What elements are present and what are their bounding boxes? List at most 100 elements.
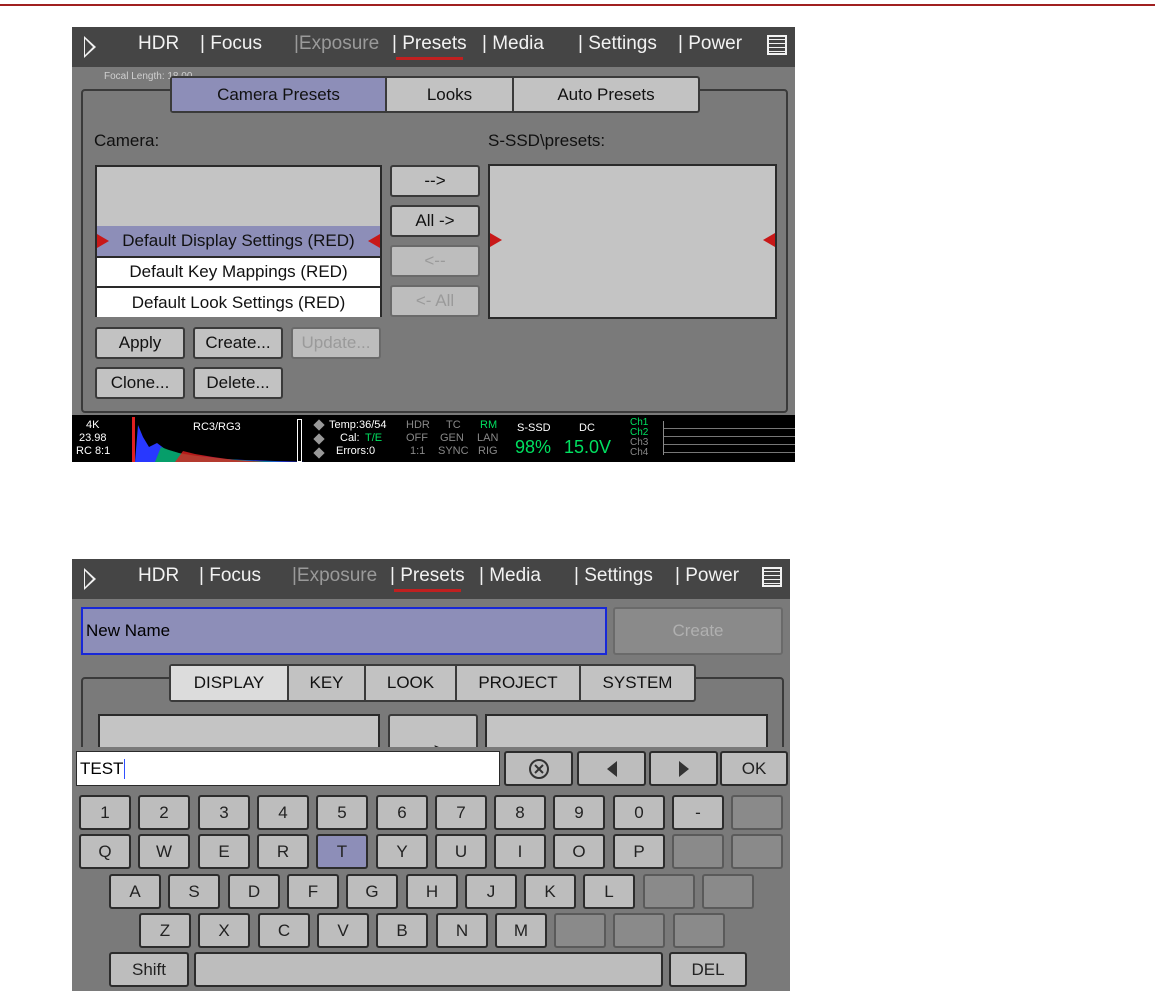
apply-button[interactable]: Apply <box>95 327 185 359</box>
play-icon[interactable] <box>84 568 96 590</box>
space-key[interactable] <box>194 952 663 987</box>
tab-camera-presets[interactable]: Camera Presets <box>172 78 387 111</box>
key-a[interactable]: A <box>109 874 161 909</box>
camera-preset-list[interactable]: Default Display Settings (RED) Default K… <box>95 165 382 317</box>
key-g[interactable]: G <box>346 874 398 909</box>
tc-label: TC <box>446 419 461 431</box>
menu-item-settings[interactable]: | Settings <box>574 565 653 587</box>
key-3[interactable]: 3 <box>198 795 250 830</box>
temp-indicator-icon <box>313 419 325 431</box>
key-t[interactable]: T <box>316 834 368 869</box>
cal-indicator-icon <box>313 433 325 445</box>
key-u[interactable]: U <box>435 834 487 869</box>
media-preset-list[interactable] <box>488 164 777 319</box>
triangle-right-icon <box>678 760 689 777</box>
cursor-left-icon[interactable] <box>577 751 646 786</box>
play-icon[interactable] <box>84 36 96 58</box>
menu-item-focus[interactable]: | Focus <box>200 33 262 55</box>
menu-item-presets[interactable]: | Presets <box>390 565 465 592</box>
key-n[interactable]: N <box>436 913 488 948</box>
menu-item-hdr[interactable]: HDR <box>138 565 179 587</box>
key-7[interactable]: 7 <box>435 795 487 830</box>
tab-looks[interactable]: Looks <box>387 78 514 111</box>
key-1[interactable]: 1 <box>79 795 131 830</box>
menu-list-icon[interactable] <box>767 35 787 55</box>
list-item[interactable]: Default Key Mappings (RED) <box>97 256 380 286</box>
key-k[interactable]: K <box>524 874 576 909</box>
key-s[interactable]: S <box>168 874 220 909</box>
key-5[interactable]: 5 <box>316 795 368 830</box>
key-f[interactable]: F <box>287 874 339 909</box>
key-x[interactable]: X <box>198 913 250 948</box>
create-button[interactable]: Create... <box>193 327 283 359</box>
key-c[interactable]: C <box>258 913 310 948</box>
menu-item-power[interactable]: | Power <box>678 33 742 55</box>
key-symbol[interactable]: - <box>672 795 724 830</box>
key-symbol: / <box>673 913 725 948</box>
shift-key[interactable]: Shift <box>109 952 189 987</box>
menu-item-power[interactable]: | Power <box>675 565 739 587</box>
category-tab-row: DISPLAY KEY LOOK PROJECT SYSTEM <box>169 664 696 702</box>
tab-auto-presets[interactable]: Auto Presets <box>514 78 698 111</box>
key-d[interactable]: D <box>228 874 280 909</box>
delete-button[interactable]: Delete... <box>193 367 283 399</box>
copy-to-media-button[interactable]: --> <box>390 165 480 197</box>
menu-item-focus[interactable]: | Focus <box>199 565 261 587</box>
on-screen-keyboard: TEST OK 1 2 3 4 5 6 7 8 9 0- = Q W E R T Y U I O P[] ASDFGH… <box>72 747 790 991</box>
tab-key[interactable]: KEY <box>289 666 366 700</box>
aspect-ratio: 1:1 <box>410 445 426 457</box>
temp-readout: Temp:36/54 <box>329 419 387 431</box>
key-v[interactable]: V <box>317 913 369 948</box>
top-menu-bar: HDR | Focus |Exposure | Presets | Media … <box>72 27 795 67</box>
key-q[interactable]: Q <box>79 834 131 869</box>
preset-name-input[interactable]: New Name <box>81 607 607 655</box>
menu-item-settings[interactable]: | Settings <box>578 33 657 55</box>
key-8[interactable]: 8 <box>494 795 546 830</box>
menu-item-hdr[interactable]: HDR <box>138 33 179 55</box>
camera-label: Camera: <box>94 131 160 150</box>
key-z[interactable]: Z <box>139 913 191 948</box>
key-h[interactable]: H <box>406 874 458 909</box>
key-e[interactable]: E <box>198 834 250 869</box>
cursor-right-icon[interactable] <box>649 751 718 786</box>
key-r[interactable]: R <box>257 834 309 869</box>
rig-label: RIG <box>478 445 498 457</box>
key-9[interactable]: 9 <box>553 795 605 830</box>
delete-key[interactable]: DEL <box>669 952 747 987</box>
key-0[interactable]: 0 <box>613 795 665 830</box>
key-b[interactable]: B <box>376 913 428 948</box>
menu-item-media[interactable]: | Media <box>479 565 541 587</box>
compression-readout: RC 8:1 <box>76 445 111 457</box>
key-j[interactable]: J <box>465 874 517 909</box>
list-item[interactable]: Default Look Settings (RED) <box>97 286 380 317</box>
key-l[interactable]: L <box>583 874 635 909</box>
menu-item-presets[interactable]: | Presets <box>392 33 467 60</box>
errors-readout: Errors:0 <box>336 445 376 457</box>
clear-icon[interactable] <box>504 751 573 786</box>
key-o[interactable]: O <box>553 834 605 869</box>
clone-button[interactable]: Clone... <box>95 367 185 399</box>
key-symbol: ' <box>702 874 754 909</box>
tc-gen: GEN <box>440 432 464 444</box>
menu-item-media[interactable]: | Media <box>482 33 544 55</box>
key-2[interactable]: 2 <box>138 795 190 830</box>
keyboard-text-input[interactable]: TEST <box>76 751 500 786</box>
power-voltage: 15.0V <box>564 437 612 457</box>
key-y[interactable]: Y <box>376 834 428 869</box>
tab-project[interactable]: PROJECT <box>457 666 581 700</box>
keyboard-input-text: TEST <box>80 758 124 778</box>
key-p[interactable]: P <box>613 834 665 869</box>
copy-all-to-media-button[interactable]: All -> <box>390 205 480 237</box>
ok-button[interactable]: OK <box>720 751 788 786</box>
tab-system[interactable]: SYSTEM <box>581 666 694 700</box>
key-4[interactable]: 4 <box>257 795 309 830</box>
key-i[interactable]: I <box>494 834 546 869</box>
tab-display[interactable]: DISPLAY <box>171 666 289 700</box>
tab-look[interactable]: LOOK <box>366 666 457 700</box>
key-6[interactable]: 6 <box>376 795 428 830</box>
key-w[interactable]: W <box>138 834 190 869</box>
menu-list-icon[interactable] <box>762 567 782 587</box>
key-m[interactable]: M <box>495 913 547 948</box>
lan-label: LAN <box>477 432 499 444</box>
list-item[interactable]: Default Display Settings (RED) <box>97 226 380 256</box>
